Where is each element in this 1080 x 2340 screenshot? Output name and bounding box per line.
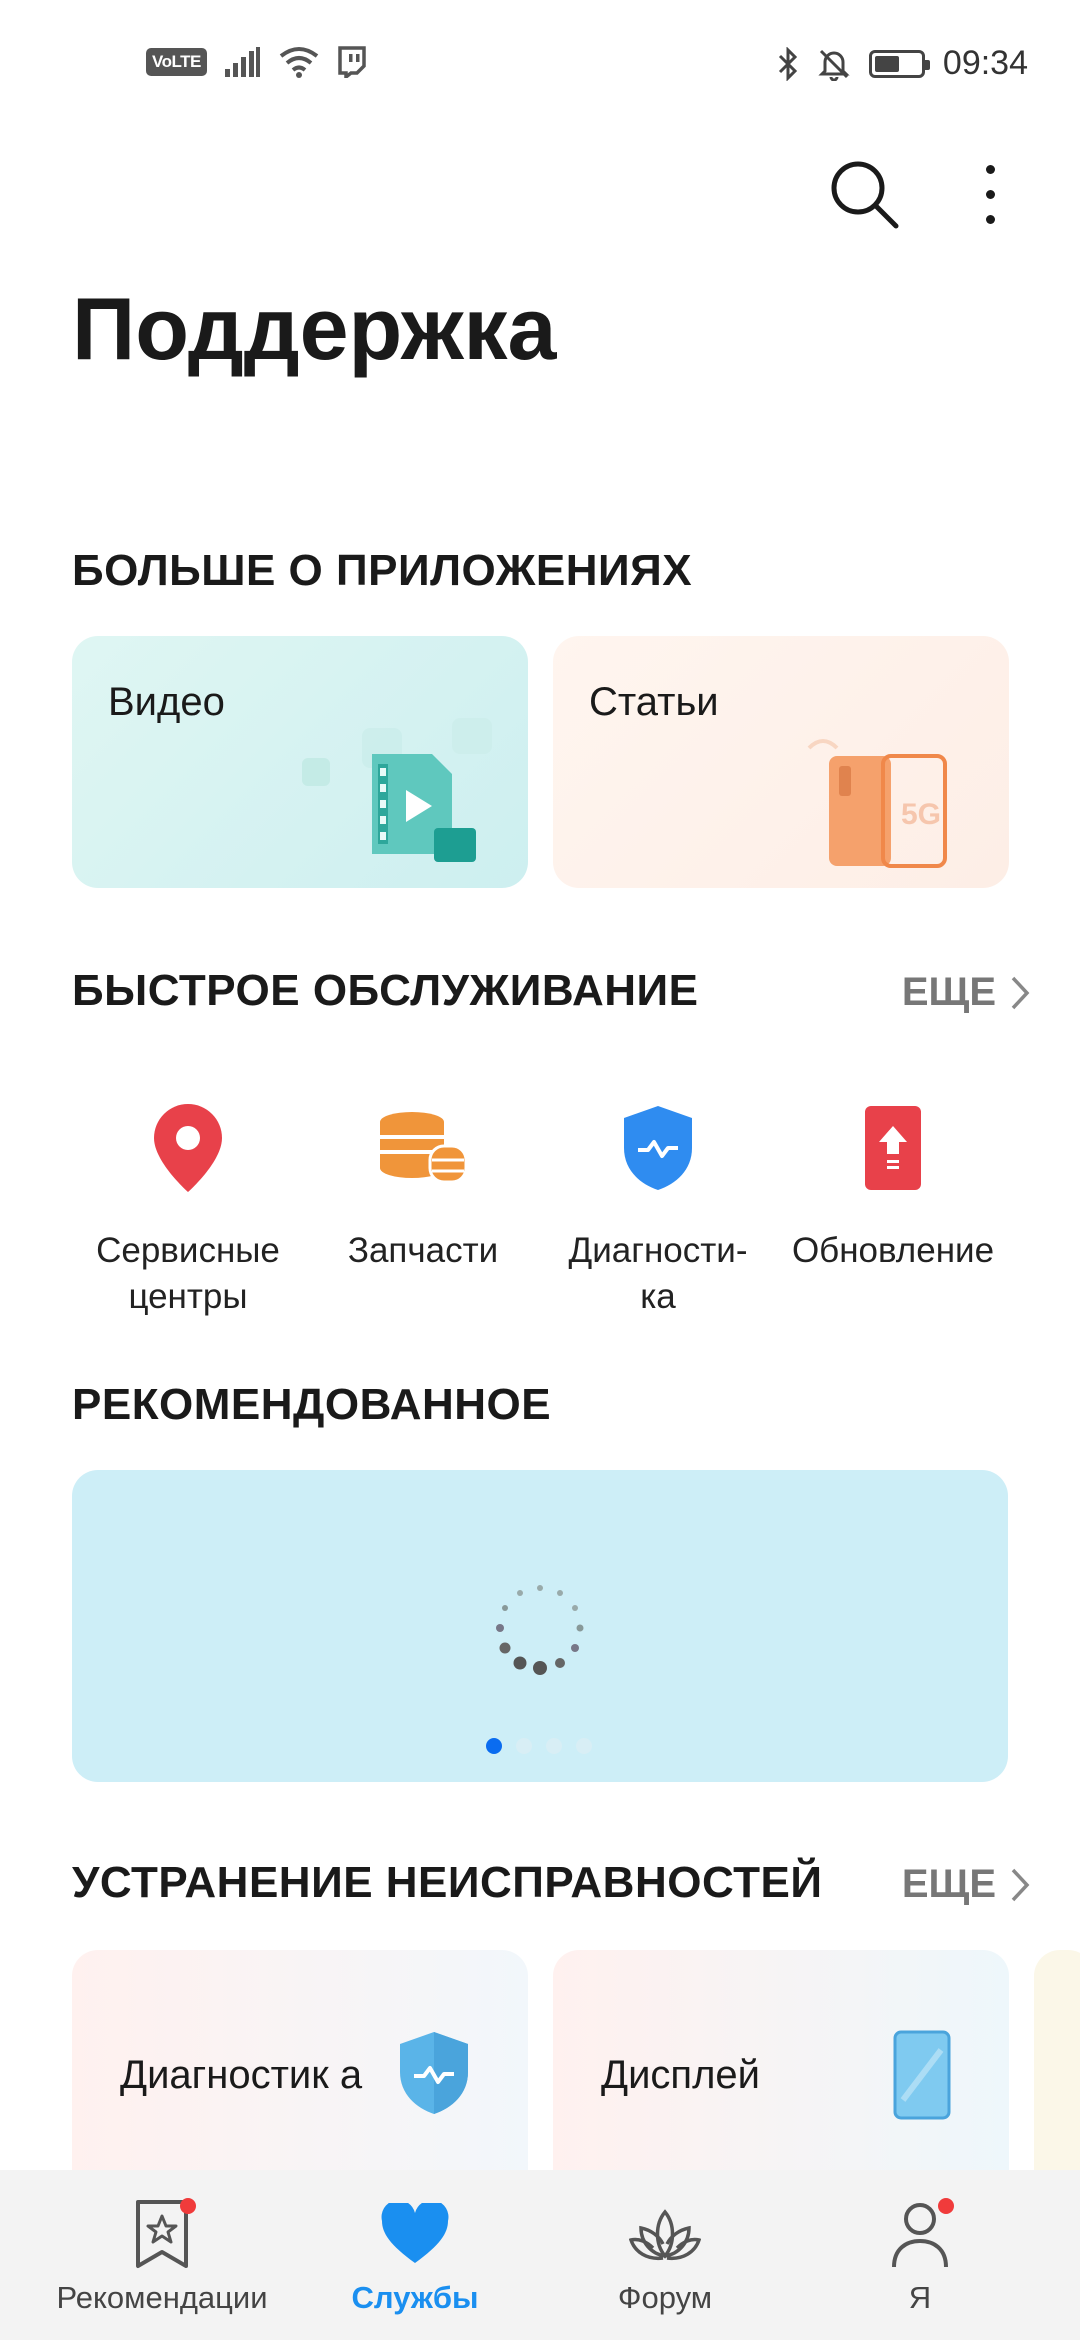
quick-item-label: Диагности-ка bbox=[568, 1231, 748, 1316]
nav-item-forum[interactable]: Форум bbox=[530, 2170, 800, 2340]
nav-label: Службы bbox=[351, 2280, 479, 2315]
articles-card[interactable]: Статьи 5G bbox=[553, 636, 1009, 888]
trouble-card-label: Дисплей bbox=[601, 2053, 761, 2097]
quick-more-link[interactable]: ЕЩЕ bbox=[902, 970, 1030, 1015]
carousel-dot bbox=[486, 1738, 502, 1754]
loading-spinner-icon bbox=[496, 1585, 584, 1675]
phone-5g-icon: 5G bbox=[807, 739, 947, 868]
nav-label: Форум bbox=[617, 2280, 713, 2315]
wifi-icon bbox=[279, 47, 319, 78]
articles-card-label: Статьи bbox=[589, 680, 719, 724]
carousel-indicator bbox=[486, 1738, 592, 1754]
coins-stack-icon bbox=[375, 1100, 471, 1196]
nav-item-services[interactable]: Службы bbox=[280, 2170, 550, 2340]
page-title: Поддержка bbox=[72, 279, 557, 378]
video-card[interactable]: Видео bbox=[72, 636, 528, 888]
search-icon bbox=[831, 161, 899, 229]
svg-text:5G: 5G bbox=[901, 798, 941, 831]
bluetooth-icon bbox=[778, 46, 798, 81]
quick-item-diagnostics[interactable]: Диагности-ка bbox=[548, 1100, 768, 1320]
quick-item-label: Запчасти bbox=[347, 1231, 499, 1270]
quick-more-label: ЕЩЕ bbox=[901, 970, 996, 1014]
update-arrow-icon bbox=[845, 1100, 941, 1196]
chevron-right-icon bbox=[1011, 976, 1030, 1009]
status-right: 09:34 bbox=[777, 44, 1028, 83]
more-vertical-icon bbox=[985, 164, 995, 174]
quick-item-service-centers[interactable]: Сервисные центры bbox=[78, 1100, 298, 1320]
video-card-label: Видео bbox=[108, 680, 225, 724]
chevron-right-icon bbox=[1011, 1868, 1030, 1901]
notification-badge bbox=[180, 2198, 196, 2214]
support-screen: VoLTE 09:34 Поддержка БОЛЬШЕ О ПРИЛОЖЕНИ… bbox=[0, 0, 1080, 2340]
volte-badge: VoLTE bbox=[146, 48, 207, 76]
mute-bell-icon bbox=[818, 49, 850, 81]
signal-icon bbox=[224, 47, 260, 77]
apps-section-title: БОЛЬШЕ О ПРИЛОЖЕНИЯХ bbox=[72, 546, 693, 595]
location-pin-icon bbox=[140, 1100, 236, 1196]
search-button[interactable] bbox=[826, 156, 902, 232]
carousel-dot bbox=[546, 1738, 562, 1754]
nav-label: Я bbox=[908, 2280, 932, 2315]
trouble-section-title: УСТРАНЕНИЕ НЕИСПРАВНОСТЕЙ bbox=[72, 1858, 823, 1907]
carousel-dot bbox=[576, 1738, 592, 1754]
nav-item-recommendations[interactable]: Рекомендации bbox=[27, 2170, 297, 2340]
shield-icon bbox=[610, 1100, 706, 1196]
quick-item-parts[interactable]: Запчасти bbox=[313, 1100, 533, 1274]
status-bar: VoLTE 09:34 bbox=[0, 0, 1080, 130]
bottom-nav: Рекомендации Службы Форум Я bbox=[0, 2170, 1080, 2340]
quick-section-title: БЫСТРОЕ ОБСЛУЖИВАНИЕ bbox=[72, 966, 699, 1015]
quick-item-label: Обновление bbox=[791, 1231, 995, 1270]
twitch-icon bbox=[338, 46, 366, 78]
nav-label: Рекомендации bbox=[56, 2280, 268, 2315]
quick-item-label: Сервисные центры bbox=[96, 1231, 280, 1316]
notification-badge bbox=[938, 2198, 954, 2214]
heart-icon bbox=[381, 2203, 449, 2263]
recommended-section-title: РЕКОМЕНДОВАННОЕ bbox=[72, 1380, 552, 1429]
nav-item-me[interactable]: Я bbox=[785, 2170, 1055, 2340]
battery-icon bbox=[868, 49, 930, 78]
trouble-more-link[interactable]: ЕЩЕ bbox=[902, 1862, 1030, 1907]
battery-fill bbox=[874, 55, 899, 72]
trouble-card-label: Диагностик а bbox=[120, 2053, 363, 2097]
status-left: VoLTE bbox=[146, 46, 367, 78]
phone-display-icon bbox=[893, 2030, 951, 2120]
trouble-more-label: ЕЩЕ bbox=[901, 1862, 996, 1906]
carousel-dot bbox=[516, 1738, 532, 1754]
status-time: 09:34 bbox=[942, 44, 1028, 82]
shield-icon bbox=[400, 2032, 468, 2114]
quick-item-update[interactable]: Обновление bbox=[783, 1100, 1003, 1274]
more-options-button[interactable] bbox=[960, 156, 1020, 232]
lotus-icon bbox=[629, 2209, 701, 2261]
video-folder-icon bbox=[302, 718, 492, 862]
